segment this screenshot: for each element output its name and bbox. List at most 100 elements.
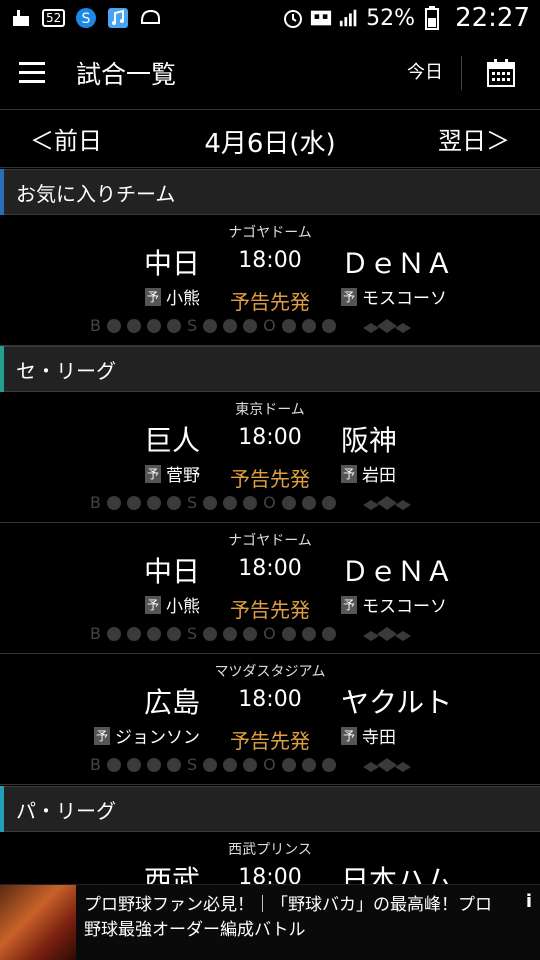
ball-dot xyxy=(126,318,141,333)
ball-label: B xyxy=(90,624,101,643)
strike-dot xyxy=(243,626,258,641)
pitcher-name: モスコーソ xyxy=(362,289,447,309)
svg-text:S: S xyxy=(82,11,91,27)
ad-banner[interactable]: プロ野球ファン必見！｜「野球バカ」の最高峰！プロ野球最強オーダー編成バトル i xyxy=(0,884,540,960)
bases-icon xyxy=(362,626,411,641)
calendar-button[interactable] xyxy=(462,36,540,110)
game-card[interactable]: ナゴヤドーム 中日 18:00 ＤｅＮＡ 予小熊 予告先発 予モスコーソ B S… xyxy=(0,216,540,346)
pitcher-name: 岩田 xyxy=(362,466,396,486)
out-dot xyxy=(321,495,336,510)
today-button[interactable]: 今日 xyxy=(389,53,461,93)
strike-dot xyxy=(203,495,218,510)
ball-dot xyxy=(126,757,141,772)
out-dot xyxy=(301,495,316,510)
out-label: O xyxy=(263,755,276,774)
bases-icon xyxy=(362,757,411,772)
bso-indicator: B S O xyxy=(90,493,418,512)
strike-dot xyxy=(223,495,238,510)
ad-thumbnail xyxy=(0,885,76,960)
battery-percent: 52% xyxy=(366,5,416,31)
s-app-icon: S xyxy=(75,7,97,29)
out-dot xyxy=(301,318,316,333)
ball-dot xyxy=(166,495,181,510)
section-label: お気に入りチーム xyxy=(16,181,176,206)
strike-dot xyxy=(243,495,258,510)
strike-dot xyxy=(203,626,218,641)
away-team: 阪神 xyxy=(341,424,398,457)
section-header-favorites: お気に入りチーム xyxy=(0,169,540,215)
ball-dot xyxy=(146,495,161,510)
ball-dot xyxy=(166,626,181,641)
ad-info-icon[interactable]: i xyxy=(526,891,532,912)
out-dot xyxy=(281,318,296,333)
game-status: 予告先発 xyxy=(230,598,310,622)
ball-label: B xyxy=(90,755,101,774)
ball-dot xyxy=(106,626,121,641)
game-status: 予告先発 xyxy=(230,729,310,753)
screen: 52 S 52% 22:27 試合一覧 今日 ＜前日 4月6日(水) 翌日＞ お… xyxy=(0,0,540,960)
signal-icon xyxy=(338,7,360,29)
game-status: 予告先発 xyxy=(230,290,310,314)
pitcher-name: 寺田 xyxy=(362,728,396,748)
out-dot xyxy=(301,626,316,641)
ball-dot xyxy=(166,318,181,333)
game-time: 18:00 xyxy=(238,248,302,273)
out-dot xyxy=(281,757,296,772)
section-accent-bar xyxy=(0,786,4,832)
bases-icon xyxy=(362,318,411,333)
probable-tag: 予 xyxy=(341,726,357,745)
venue-name: マツダスタジアム xyxy=(214,664,326,680)
away-pitcher: 予モスコーソ xyxy=(341,592,447,617)
probable-tag: 予 xyxy=(341,464,357,483)
ball-dot xyxy=(146,757,161,772)
strike-dot xyxy=(223,318,238,333)
bases-icon xyxy=(362,495,411,510)
venue-name: 東京ドーム xyxy=(235,402,305,418)
probable-tag: 予 xyxy=(341,595,357,614)
venue-name: ナゴヤドーム xyxy=(228,533,312,549)
out-label: O xyxy=(263,493,276,512)
app-bar: 試合一覧 今日 xyxy=(0,36,540,110)
sim-icon xyxy=(310,7,332,29)
ball-label: B xyxy=(90,316,101,335)
bso-indicator: B S O xyxy=(90,316,418,335)
ball-dot xyxy=(126,495,141,510)
section-label: パ・リーグ xyxy=(16,798,116,823)
ball-label: B xyxy=(90,493,101,512)
out-dot xyxy=(321,626,336,641)
game-status: 予告先発 xyxy=(230,467,310,491)
game-card[interactable]: ナゴヤドーム 中日 18:00 ＤｅＮＡ 予小熊 予告先発 予モスコーソ B S… xyxy=(0,524,540,654)
battery-icon xyxy=(421,6,443,30)
strike-label: S xyxy=(186,493,198,512)
strike-label: S xyxy=(186,316,198,335)
ball-dot xyxy=(166,757,181,772)
strike-dot xyxy=(203,757,218,772)
away-team: ＤｅＮＡ xyxy=(341,247,454,280)
hamburger-icon xyxy=(19,62,45,65)
ball-dot xyxy=(126,626,141,641)
strike-label: S xyxy=(186,624,198,643)
baseball-notification-icon xyxy=(10,7,32,29)
out-dot xyxy=(281,495,296,510)
section-header-pacific: パ・リーグ xyxy=(0,786,540,832)
status-bar: 52 S 52% 22:27 xyxy=(0,0,540,36)
game-card[interactable]: マツダスタジアム 広島 18:00 ヤクルト 予ジョンソン 予告先発 予寺田 B… xyxy=(0,655,540,785)
pitcher-name: モスコーソ xyxy=(362,597,447,617)
out-dot xyxy=(321,757,336,772)
menu-button[interactable] xyxy=(0,36,64,110)
game-card[interactable]: 東京ドーム 巨人 18:00 阪神 予菅野 予告先発 予岩田 B S O xyxy=(0,393,540,523)
ball-dot xyxy=(106,318,121,333)
game-time: 18:00 xyxy=(238,425,302,450)
ball-dot xyxy=(146,626,161,641)
section-accent-bar xyxy=(0,346,4,392)
next-day-button[interactable]: 翌日＞ xyxy=(438,121,510,156)
ad-text: プロ野球ファン必見！｜「野球バカ」の最高峰！プロ野球最強オーダー編成バトル xyxy=(84,895,492,940)
bso-indicator: B S O xyxy=(90,755,418,774)
strike-dot xyxy=(243,318,258,333)
page-title: 試合一覧 xyxy=(76,59,177,89)
clock: 22:27 xyxy=(455,3,530,33)
strike-dot xyxy=(223,626,238,641)
venue-name: ナゴヤドーム xyxy=(228,225,312,241)
calendar-icon xyxy=(487,58,515,87)
notification-count-badge: 52 xyxy=(42,9,66,27)
